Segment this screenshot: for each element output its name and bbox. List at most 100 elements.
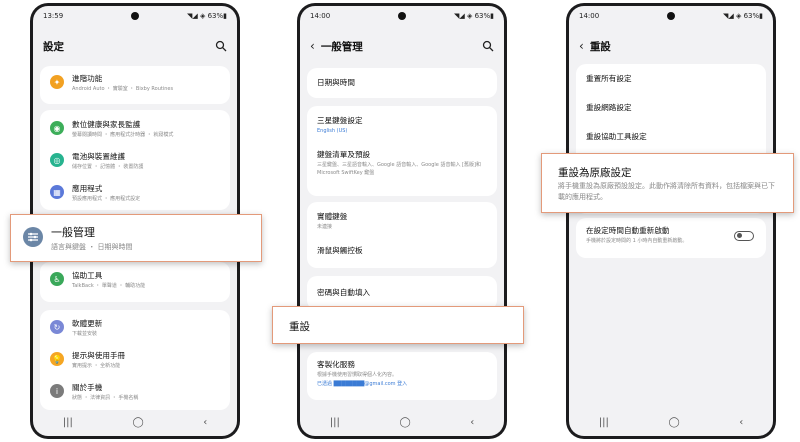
item-keyboard-list[interactable]: 鍵盤清單及預設 三星鍵盤、三星語音輸入、Google 語音輸入、Google 語… [307,150,497,177]
back-button[interactable]: ‹ [739,417,743,428]
callout-title: 一般管理 [51,226,95,239]
settings-item-accessibility[interactable]: ♿ 協助工具 TalkBack ・ 單聲道 ・ 輔助功能 [40,271,230,290]
callout-title: 重設為原廠設定 [558,167,632,179]
highlight-general-management[interactable]: 一般管理 語言與鍵盤 ・ 日期與時間 [10,214,262,262]
settings-card-bottom: ↻ 軟體更新下載並安裝 💡 提示與使用手冊 實用提示 ・ 全新功能 i 關於手機狀… [40,310,230,410]
settings-card-main: ◉ 數位健康與家長監護螢幕閱讀時間 ・ 應用程式計時器 ・ 就寢模式 ◎ 電池與… [40,110,230,210]
item-subtitle: 根據手機使用習慣取得個人化內容。 [317,372,398,378]
item-title: 重設協助工具設定 [586,132,647,141]
callout-subtitle: 將手機重設為原廠預設設定。此動作將清除所有資料，包括檔案與已下載的應用程式。 [558,182,775,201]
settings-item-software-update[interactable]: ↻ 軟體更新下載並安裝 [40,319,230,338]
phone-general-management: 14:00 ◥◢ ◈ 63%▮ ‹ 一般管理 日期與時間 三星鍵盤設定 Engl… [297,3,507,439]
item-subtitle: 預設應用程式 ・ 應用程式設定 [72,196,141,202]
navigation-bar: ||| ◯ ‹ [569,414,773,430]
card-auto-restart: 在設定時間自動重新啟動 手機將於設定時間的 1 小時內自動重新啟動。 [576,218,766,258]
page-title: 設定 [43,40,64,53]
card-date-time: 日期與時間 [307,68,497,98]
item-title: 進階功能 [72,74,103,83]
callout-title: 重設 [289,321,310,333]
item-passwords-autofill[interactable]: 密碼與自動填入 [307,288,497,298]
item-subtitle: 下載並安裝 [72,331,98,337]
app-bar: ‹ 一般管理 [300,30,504,62]
apps-icon: ▦ [50,185,64,199]
search-icon[interactable] [215,40,227,52]
home-button[interactable]: ◯ [132,417,143,428]
front-camera [398,12,406,20]
back-arrow-icon[interactable]: ‹ [310,39,315,53]
item-title: 數位健康與家長監護 [72,120,141,129]
item-title: 重置所有設定 [586,74,632,83]
auto-restart-toggle[interactable] [734,231,754,241]
screen: 14:00 ◥◢ ◈ 63%▮ ‹ 重設 重置所有設定 重設網路設定 重設協助工… [569,6,773,436]
phone-reset: 14:00 ◥◢ ◈ 63%▮ ‹ 重設 重置所有設定 重設網路設定 重設協助工… [566,3,776,439]
item-customization-service[interactable]: 客製化服務 根據手機使用習慣取得個人化內容。 已透過 ████████@gmai… [307,360,497,388]
card-customization: 客製化服務 根據手機使用習慣取得個人化內容。 已透過 ████████@gmai… [307,352,497,400]
digital-wellbeing-icon: ◉ [50,121,64,135]
settings-card-advanced: ✦ 進階功能 Android Auto ・ 實驗室 ・ Bixby Routine… [40,66,230,104]
item-title: 提示與使用手冊 [72,351,126,360]
item-title: 應用程式 [72,184,103,193]
item-subtitle: 螢幕閱讀時間 ・ 應用程式計時器 ・ 就寢模式 [72,132,174,138]
item-reset-network[interactable]: 重設網路設定 [576,103,766,113]
screen: 14:00 ◥◢ ◈ 63%▮ ‹ 一般管理 日期與時間 三星鍵盤設定 Engl… [300,6,504,436]
back-button[interactable]: ‹ [470,417,474,428]
item-reset-accessibility[interactable]: 重設協助工具設定 [576,132,766,142]
back-button[interactable]: ‹ [203,417,207,428]
settings-item-battery[interactable]: ◎ 電池與裝置維護 儲存位置 ・ 記憶體 ・ 裝置防護 [40,152,230,171]
settings-item-tips[interactable]: 💡 提示與使用手冊 實用提示 ・ 全新功能 [40,351,230,370]
item-title: 實體鍵盤 [317,212,348,221]
settings-item-apps[interactable]: ▦ 應用程式預設應用程式 ・ 應用程式設定 [40,184,230,203]
tips-icon: 💡 [50,352,64,366]
item-title: 客製化服務 [317,360,355,369]
item-title: 電池與裝置維護 [72,152,126,161]
item-physical-keyboard[interactable]: 實體鍵盤 未連接 [307,212,497,231]
item-account: 已透過 ████████@gmail.com 登入 [317,381,408,387]
back-arrow-icon[interactable]: ‹ [579,39,584,53]
highlight-factory-reset[interactable]: 重設為原廠設定 將手機重設為原廠預設設定。此動作將清除所有資料，包括檔案與已下載… [541,153,794,213]
app-bar: 設定 [33,30,237,62]
highlight-reset[interactable]: 重設 [272,306,524,344]
item-title: 密碼與自動填入 [317,288,371,297]
item-mouse-trackpad[interactable]: 滑鼠與觸控板 [307,246,497,256]
status-time: 13:59 [43,12,64,20]
callout-subtitle: 語言與鍵盤 ・ 日期與時間 [51,243,133,251]
item-title: 軟體更新 [72,319,103,328]
item-subtitle: 狀態 ・ 法律資訊 ・ 手機名稱 [72,395,139,401]
card-input-devices: 實體鍵盤 未連接 滑鼠與觸控板 [307,202,497,268]
recents-button[interactable]: ||| [599,417,609,428]
item-title: 在設定時間自動重新啟動 [586,226,670,235]
advanced-features-icon: ✦ [50,75,64,89]
status-icons: ◥◢ ◈ 63%▮ [453,12,494,20]
recents-button[interactable]: ||| [330,417,340,428]
item-subtitle: 手機將於設定時間的 1 小時內自動重新啟動。 [586,238,688,244]
settings-item-about[interactable]: i 關於手機 狀態 ・ 法律資訊 ・ 手機名稱 [40,383,230,402]
item-reset-all-settings[interactable]: 重置所有設定 [576,74,766,84]
status-icons: ◥◢ ◈ 63%▮ [186,12,227,20]
item-subtitle: 未連接 [317,224,333,230]
item-title: 協助工具 [72,271,103,280]
recents-button[interactable]: ||| [63,417,73,428]
home-button[interactable]: ◯ [399,417,410,428]
settings-card-accessibility: ♿ 協助工具 TalkBack ・ 單聲道 ・ 輔助功能 [40,262,230,302]
item-title: 日期與時間 [317,78,355,87]
search-icon[interactable] [482,40,494,52]
item-date-time[interactable]: 日期與時間 [307,78,497,88]
item-title: 三星鍵盤設定 [317,116,363,125]
home-button[interactable]: ◯ [668,417,679,428]
settings-item-wellbeing[interactable]: ◉ 數位健康與家長監護螢幕閱讀時間 ・ 應用程式計時器 ・ 就寢模式 [40,120,230,139]
accessibility-icon: ♿ [50,272,64,286]
card-keyboard: 三星鍵盤設定 English (US) 鍵盤清單及預設 三星鍵盤、三星語音輸入、… [307,106,497,196]
general-management-icon [23,227,43,247]
item-title: 滑鼠與觸控板 [317,246,363,255]
front-camera [667,12,675,20]
item-subtitle: TalkBack ・ 單聲道 ・ 輔助功能 [72,283,146,289]
software-update-icon: ↻ [50,320,64,334]
item-samsung-keyboard[interactable]: 三星鍵盤設定 English (US) [307,116,497,135]
navigation-bar: ||| ◯ ‹ [300,414,504,430]
item-subtitle: 實用提示 ・ 全新功能 [72,363,121,369]
front-camera [131,12,139,20]
status-time: 14:00 [310,12,331,20]
status-icons: ◥◢ ◈ 63%▮ [722,12,763,20]
settings-item-advanced[interactable]: ✦ 進階功能 Android Auto ・ 實驗室 ・ Bixby Routine… [40,74,230,93]
item-subtitle: 三星鍵盤、三星語音輸入、Google 語音輸入、Google 語音輸入 [舊版]… [317,162,481,176]
